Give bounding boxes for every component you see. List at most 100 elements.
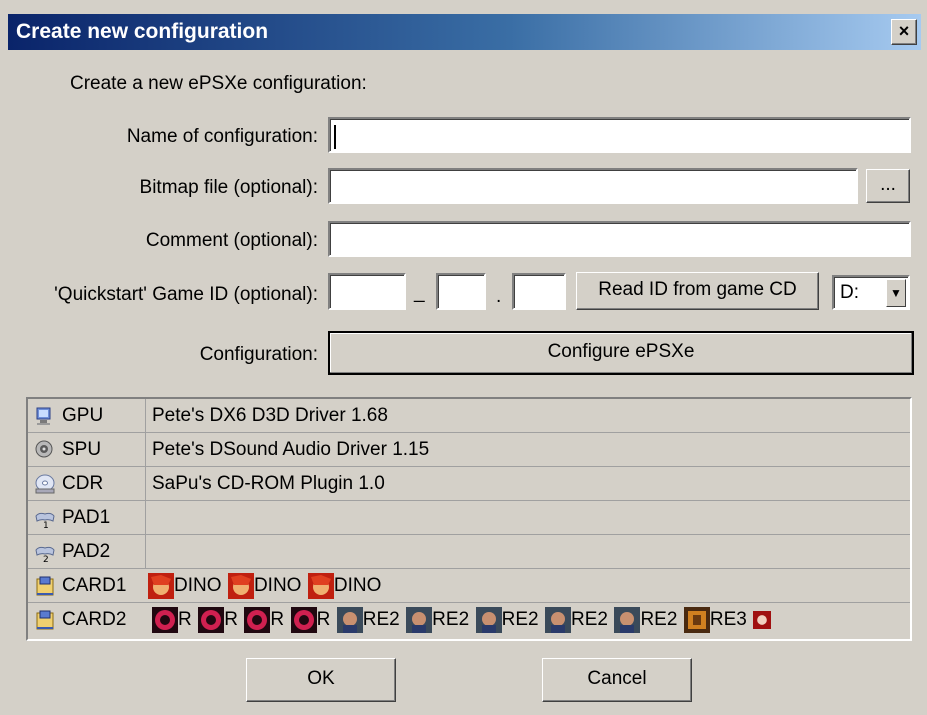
re2-save-icon xyxy=(336,607,363,633)
save-slot[interactable]: R xyxy=(152,607,192,633)
comment-label: Comment (optional): xyxy=(145,230,318,251)
plugin-name: PAD2 xyxy=(62,541,111,562)
plugin-row-card2[interactable]: CARD2 R R R R RE2 RE2 RE2 RE2 RE2 RE3 xyxy=(28,603,910,637)
save-title: R xyxy=(224,609,238,630)
plugin-type-cell: CARD2 xyxy=(28,603,146,636)
plugin-type-cell: CARD1 xyxy=(28,569,146,602)
card1-saves: DINO DINO DINO xyxy=(148,573,383,601)
dino-save-icon xyxy=(148,573,174,599)
plugin-row-card1[interactable]: CARD1 DINO DINO DINO xyxy=(28,569,910,603)
gameid-part2-field[interactable] xyxy=(436,273,486,310)
ok-label: OK xyxy=(307,668,335,689)
plugin-name: GPU xyxy=(62,405,104,426)
re3-save-icon xyxy=(683,607,710,633)
save-title: RE2 xyxy=(640,609,678,630)
svg-text:2: 2 xyxy=(43,555,49,563)
memory-card-icon xyxy=(36,576,54,596)
save-title: DINO xyxy=(174,575,222,596)
plugin-name: CARD1 xyxy=(62,575,127,596)
drive-selected-value: D: xyxy=(840,282,859,303)
create-config-dialog: Create new configuration × Create a new … xyxy=(0,0,927,715)
gameid-label: 'Quickstart' Game ID (optional): xyxy=(54,284,318,305)
save-title: RE2 xyxy=(571,609,608,630)
save-slot[interactable]: RE2 xyxy=(406,607,469,633)
bitmap-label: Bitmap file (optional): xyxy=(139,177,318,198)
monitor-icon xyxy=(36,407,51,425)
text-caret xyxy=(334,125,336,149)
svg-text:1: 1 xyxy=(43,521,49,529)
save-title: RE3 xyxy=(709,609,747,630)
save-slot[interactable]: DINO xyxy=(307,573,382,599)
save-slot[interactable]: RE2 xyxy=(545,607,608,633)
comment-field[interactable] xyxy=(328,221,911,257)
gamepad-1-icon: 1 xyxy=(35,512,55,529)
save-title: R xyxy=(316,609,331,630)
save-title: DINO xyxy=(333,575,382,596)
r-save-icon xyxy=(244,607,271,633)
plugin-description: Pete's DX6 D3D Driver 1.68 xyxy=(152,405,388,426)
save-slot[interactable]: RE3 xyxy=(683,607,747,633)
plugin-row-pad2[interactable]: 2 PAD2 xyxy=(28,535,910,569)
save-title: DINO xyxy=(253,575,302,596)
save-thumbnail-icon xyxy=(753,611,772,629)
browse-label: ... xyxy=(880,174,896,195)
plugin-type-cell: 1 PAD1 xyxy=(28,501,146,534)
re2-save-icon xyxy=(475,607,502,633)
plugin-row-pad1[interactable]: 1 PAD1 xyxy=(28,501,910,535)
gameid-separator-2: . xyxy=(496,286,502,307)
save-slot[interactable]: RE2 xyxy=(614,607,677,633)
save-slot[interactable]: DINO xyxy=(227,573,302,599)
plugin-description: Pete's DSound Audio Driver 1.15 xyxy=(152,439,430,460)
read-id-label: Read ID from game CD xyxy=(598,279,797,300)
save-slot[interactable]: R xyxy=(244,607,284,633)
save-title: R xyxy=(178,609,192,630)
gameid-part3-field[interactable] xyxy=(512,273,566,310)
read-id-button[interactable]: Read ID from game CD xyxy=(576,272,819,310)
gameid-separator-1: _ xyxy=(414,282,425,303)
card2-saves: R R R R RE2 RE2 RE2 RE2 RE2 RE3 xyxy=(152,607,773,635)
configure-epsxe-button[interactable]: Configure ePSXe xyxy=(328,331,914,375)
dino-save-icon xyxy=(227,573,254,599)
name-field[interactable] xyxy=(328,117,911,153)
plugin-row-spu[interactable]: SPU Pete's DSound Audio Driver 1.15 xyxy=(28,433,910,467)
dino-save-icon xyxy=(307,573,334,599)
memory-card-icon xyxy=(36,610,54,630)
plugin-type-cell: 2 PAD2 xyxy=(28,535,146,568)
plugin-name: CDR xyxy=(62,473,104,494)
title-bar[interactable]: Create new configuration × xyxy=(8,14,921,50)
configuration-label: Configuration: xyxy=(199,344,318,365)
re2-save-icon xyxy=(406,607,433,633)
intro-label: Create a new ePSXe configuration: xyxy=(70,73,367,94)
save-slot[interactable]: R xyxy=(290,607,331,633)
plugin-name: CARD2 xyxy=(62,609,127,630)
browse-button[interactable]: ... xyxy=(866,169,910,203)
plugin-row-cdr[interactable]: CDR SaPu's CD-ROM Plugin 1.0 xyxy=(28,467,910,501)
configure-epsxe-label: Configure ePSXe xyxy=(547,341,695,362)
save-slot[interactable]: R xyxy=(198,607,238,633)
r-save-icon xyxy=(198,607,225,633)
save-slot[interactable]: RE2 xyxy=(336,607,400,633)
r-save-icon xyxy=(290,607,317,633)
save-title: RE2 xyxy=(362,609,400,630)
plugin-row-gpu[interactable]: GPU Pete's DX6 D3D Driver 1.68 xyxy=(28,399,910,433)
name-label: Name of configuration: xyxy=(126,126,318,147)
gameid-part1-field[interactable] xyxy=(328,273,406,310)
bitmap-field[interactable] xyxy=(328,168,858,204)
r-save-icon xyxy=(152,607,178,633)
save-slot[interactable]: RE2 xyxy=(475,607,539,633)
re2-save-icon xyxy=(614,607,641,633)
plugin-name: PAD1 xyxy=(62,507,111,528)
drive-select[interactable]: D: ▼ xyxy=(832,275,910,310)
gamepad-2-icon: 2 xyxy=(35,546,55,563)
cancel-label: Cancel xyxy=(587,668,647,689)
chevron-down-icon[interactable]: ▼ xyxy=(886,279,906,307)
close-button[interactable]: × xyxy=(891,19,917,45)
save-slot[interactable] xyxy=(753,607,772,633)
ok-button[interactable]: OK xyxy=(246,658,396,702)
save-slot[interactable]: DINO xyxy=(148,573,222,599)
speaker-icon xyxy=(35,440,53,458)
save-title: R xyxy=(270,609,285,630)
cdrom-icon xyxy=(35,474,55,494)
window-title: Create new configuration xyxy=(16,20,269,43)
cancel-button[interactable]: Cancel xyxy=(542,658,692,702)
